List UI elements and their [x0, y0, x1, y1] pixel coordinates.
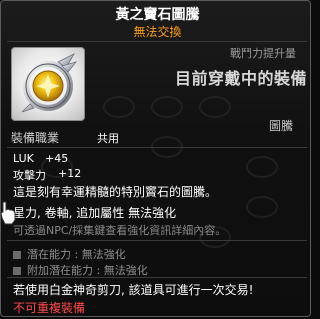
bg-ring-decoration	[199, 96, 231, 118]
no-duplicate-equip-warning: 不可重複裝備	[13, 301, 86, 315]
power-increase-label: 戰鬥力提升量	[230, 47, 296, 60]
bg-ring-decoration	[151, 96, 183, 118]
stat-value: +45	[45, 152, 69, 165]
stat-value: +12	[58, 167, 82, 180]
bg-ring-decoration	[246, 156, 278, 178]
stat-row: 攻擊力 +12	[13, 167, 81, 183]
stat-name: 攻擊力	[13, 169, 46, 182]
yellow-gem-totem-icon	[21, 53, 78, 113]
enhance-restriction-text: 星力, 卷軸, 追加屬性 無法強化	[13, 206, 177, 220]
potential-slot-icon	[13, 251, 21, 259]
item-icon-frame	[11, 47, 85, 121]
enhance-info-hint: 可透過NPC/採集鍵查看強化資訊詳細內容。	[13, 224, 227, 237]
power-status-text: 目前穿戴中的裝備	[174, 69, 307, 88]
stat-name: LUK	[13, 152, 34, 165]
bg-ring-decoration	[246, 196, 278, 218]
potential-label: 潛在能力 : 無法強化	[27, 248, 126, 261]
potential-slot-icon	[13, 267, 21, 275]
item-name: 黃之竇石圖騰	[115, 7, 200, 23]
divider	[7, 277, 307, 278]
additional-potential-row: 附加潛在能力 : 無法強化	[13, 262, 148, 278]
item-type-label: 圖騰	[269, 119, 294, 133]
equip-job-value: 共用	[97, 132, 119, 145]
potential-row: 潛在能力 : 無法強化	[13, 246, 126, 262]
additional-potential-label: 附加潛在能力 : 無法強化	[27, 264, 148, 277]
bg-ring-decoration	[103, 96, 135, 118]
scissors-trade-notice: 若使用白金神奇剪刀, 該道具可進行一次交易!	[13, 283, 254, 297]
equip-job-label: 裝備職業	[11, 131, 60, 145]
item-tooltip: 黃之竇石圖騰 無法交換 戰鬥力提升量 目前穿戴中的裝備 裝備職業 共用 圖騰 L…	[0, 0, 311, 317]
divider	[7, 240, 307, 241]
glove-cursor-icon	[0, 201, 16, 225]
stat-row: LUK +45	[13, 152, 68, 165]
trade-status: 無法交換	[133, 25, 182, 39]
divider	[7, 147, 307, 148]
item-description: 這是刻有幸運精髓的特別竇石的圖騰。	[13, 185, 218, 199]
divider	[7, 41, 307, 42]
